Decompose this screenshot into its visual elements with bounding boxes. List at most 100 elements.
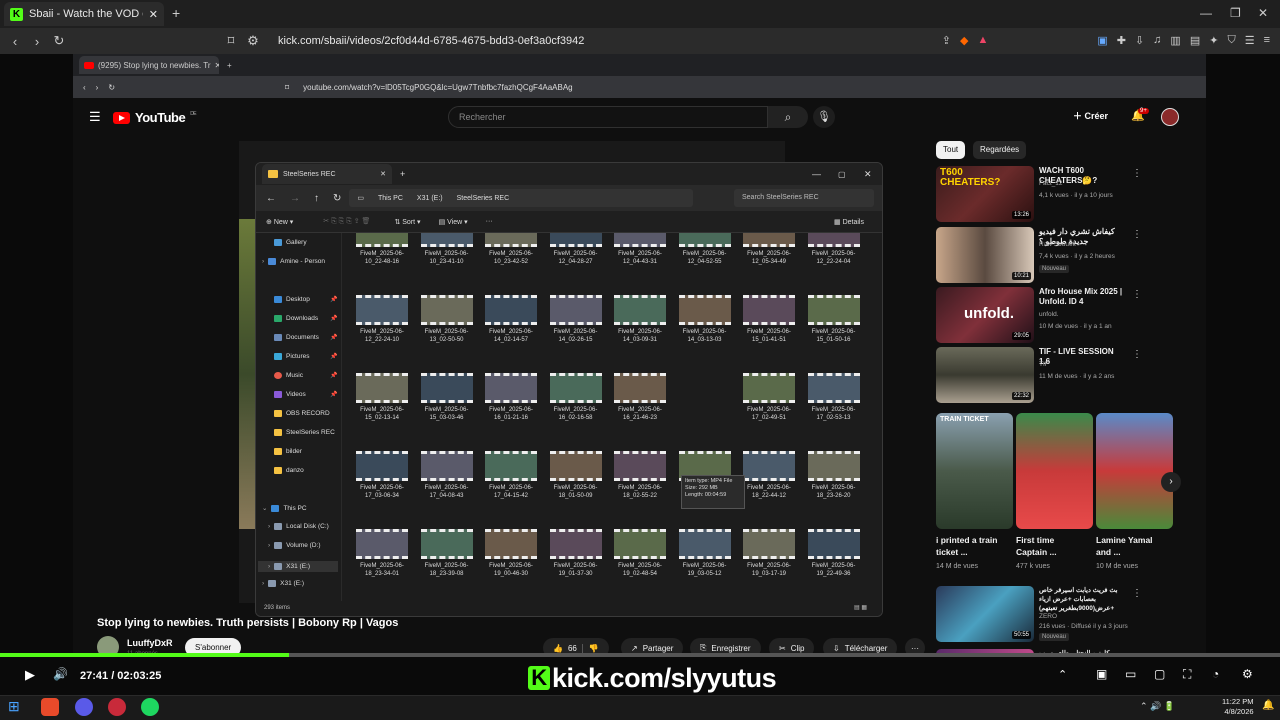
system-clock[interactable]: 11:22 PM 4/8/2026 <box>1222 697 1254 717</box>
settings-gear-icon[interactable]: ⚙ <box>1242 667 1253 681</box>
leo-icon[interactable]: ✦ <box>1209 34 1218 47</box>
sidebar-item-bilder: bilder <box>274 448 302 455</box>
details-label: Details <box>842 218 864 226</box>
fullscreen-icon[interactable]: ⛶ <box>1183 667 1191 682</box>
rec-title: Afro House Mix 2025 | Unfold. ID 4 <box>1039 287 1123 306</box>
computer-icon <box>271 504 280 512</box>
sidebar-label: X31 (E:) <box>286 563 311 570</box>
more-options-icon: ⋮ <box>1132 229 1142 240</box>
inner-url: youtube.com/watch?v=lD05TcgP0GQ&lc=Ugw7T… <box>303 82 573 92</box>
file-name: FiveM_2025-06-10_22-48-16 <box>360 251 404 265</box>
file-name: FiveM_2025-06-18_23-39-08 <box>424 563 469 577</box>
hamburger-menu-icon: ☰ <box>89 109 101 124</box>
sidebar-item-videos: Videos <box>274 391 306 398</box>
sidebar-label: SteelSeries REC <box>286 429 335 436</box>
windows-start-icon[interactable]: ⊞ <box>8 698 20 715</box>
inner-close-icon: ✕ <box>214 60 219 70</box>
clock-time: 11:22 PM <box>1222 697 1254 706</box>
gallery-icon <box>274 239 282 246</box>
video-file-thumbnail <box>614 233 666 247</box>
sidebar-item-downloads: Downloads <box>274 315 318 322</box>
bookmark-icon[interactable]: ⌑ <box>220 33 242 49</box>
opera-taskbar-icon[interactable] <box>108 698 126 716</box>
kick-watermark: Kkick.com/slyyutus <box>528 663 777 694</box>
folder-icon <box>274 448 282 455</box>
file-item: FiveM_2025-06-15_01-50-16 <box>804 295 864 365</box>
play-icon[interactable]: ▶ <box>25 667 35 683</box>
reload-icon[interactable]: ↻ <box>48 33 70 49</box>
rec-channel: Raw Souuelt <box>1039 241 1076 248</box>
site-settings-icon[interactable]: ⚙ <box>242 33 264 49</box>
spotify-icon[interactable] <box>141 698 159 716</box>
brave-shield-icon[interactable]: ◆ <box>960 34 968 47</box>
maximize-icon[interactable]: ❐ <box>1230 6 1241 20</box>
browser-tab[interactable]: K Sbaii - Watch the VOD on Kic ✕ <box>4 2 164 26</box>
extension-badge-icon[interactable]: ▣ <box>1097 34 1107 47</box>
new-button: ⊕ New ▾ <box>266 218 294 226</box>
inner-reload-icon: ↻ <box>108 82 116 92</box>
new-tab-icon[interactable]: + <box>172 5 180 21</box>
expand-icon: › <box>268 523 271 530</box>
wallet-icon[interactable]: ▤ <box>1190 34 1200 47</box>
menu-icon[interactable]: ≡ <box>1264 34 1270 47</box>
sidebar-icon[interactable]: ▥ <box>1170 34 1180 47</box>
chevron-up-icon[interactable]: ⌃ <box>1058 668 1067 681</box>
new-label: New <box>273 218 288 226</box>
volume-icon[interactable]: 🔊 <box>53 667 68 681</box>
sidebar-label: Gallery <box>286 239 307 246</box>
file-name: FiveM_2025-06-15_01-50-16 <box>811 329 856 343</box>
sidebar-label: Local Disk (C:) <box>286 523 329 530</box>
file-name: FiveM_2025-06-18_23-26-20 <box>811 485 856 499</box>
file-name: FiveM_2025-06-14_02-14-57 <box>489 329 533 343</box>
short-views: 477 k vues <box>1016 563 1050 570</box>
documents-icon <box>274 334 282 341</box>
explorer-toolbar: ⊕ New ▾ ✂ ⎘ ⎘ ⎘ ⇪ 🗑 ⇅ Sort ▾ ▤ View ▾ ··… <box>256 211 882 233</box>
theater-icon[interactable]: ▭ <box>1125 667 1136 681</box>
file-name: FiveM_2025-06-16_21-46-23 <box>618 407 662 421</box>
brave-taskbar-icon[interactable] <box>41 698 59 716</box>
file-name: FiveM_2025-06-12_22-24-04 <box>811 251 856 265</box>
close-tab-icon[interactable]: ✕ <box>149 8 158 21</box>
file-name: FiveM_2025-06-19_22-49-36 <box>811 563 856 577</box>
file-item: FiveM_2025-06-19_03-17-19 <box>739 529 799 599</box>
file-name: FiveM_2025-06-19_03-05-12 <box>682 563 727 577</box>
video-file-thumbnail <box>356 373 408 403</box>
forward-icon[interactable]: › <box>26 34 48 49</box>
sidebar-item-ssrec: SteelSeries REC <box>274 429 335 436</box>
browser-tab-title: Sbaii - Watch the VOD on Kic <box>29 8 143 20</box>
breadcrumb-item: This PC <box>378 194 403 202</box>
explorer-breadcrumb: ▭ This PC X31 (E:) SteelSeries REC <box>349 189 694 207</box>
customize-icon[interactable]: ☰ <box>1245 34 1255 47</box>
app-taskbar-icon[interactable] <box>75 698 93 716</box>
media-icon[interactable]: ♫ <box>1153 34 1161 47</box>
file-name: FiveM_2025-06-15_02-13-14 <box>360 407 404 421</box>
vpn-icon[interactable]: ⛉ <box>1227 34 1235 47</box>
short-views: 14 M de vues <box>936 563 979 570</box>
file-name: FiveM_2025-06-12_04-43-31 <box>618 251 662 265</box>
inner-browser-tab: (9295) Stop lying to newbies. Tr ✕ <box>79 56 219 74</box>
speed-icon[interactable]: ◔ <box>1212 667 1219 681</box>
sidebar-label: Downloads <box>286 315 319 322</box>
tray-icons[interactable]: ⌃ 🔊 🔋 <box>1140 701 1175 712</box>
url-field[interactable]: kick.com/sbaii/videos/2cf0d44d-6785-4675… <box>278 35 584 47</box>
clip-icon[interactable]: ▣ <box>1096 667 1107 681</box>
search-icon: ⌕ <box>768 106 808 128</box>
create-label: Créer <box>1084 111 1109 121</box>
file-item: FiveM_2025-06-16_21-46-23 <box>610 373 670 443</box>
file-item: FiveM_2025-06-12_22-24-04 <box>804 233 864 287</box>
pictures-icon <box>274 353 282 360</box>
view-button: ▤ View ▾ <box>438 218 468 226</box>
notification-icon[interactable]: 🔔 <box>1262 700 1274 711</box>
drive-icon <box>268 580 277 587</box>
close-window-icon[interactable]: ✕ <box>1258 6 1268 20</box>
file-item: FiveM_2025-06-12_04-52-55 <box>675 233 735 287</box>
stream-video[interactable]: (9295) Stop lying to newbies. Tr ✕ + ‹ ›… <box>73 54 1206 660</box>
rewards-icon[interactable]: ▲ <box>977 34 988 47</box>
share-icon[interactable]: ⇪ <box>942 34 951 47</box>
back-icon[interactable]: ‹ <box>4 34 26 49</box>
download-icon[interactable]: ⇩ <box>1135 34 1144 47</box>
minimize-icon[interactable]: — <box>1200 6 1212 20</box>
file-item: FiveM_2025-06-18_01-50-09 <box>546 451 606 521</box>
pip-icon[interactable]: ▢ <box>1154 667 1165 681</box>
extensions-icon[interactable]: ✚ <box>1117 34 1126 47</box>
